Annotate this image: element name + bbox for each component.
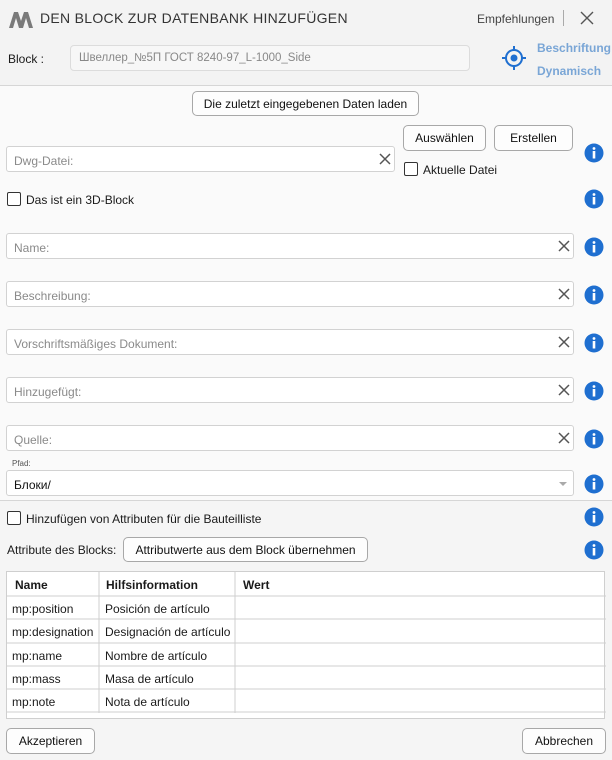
select-button[interactable]: Auswählen [403,125,486,151]
dwg-file-field[interactable]: Dwg-Datei: [6,146,395,172]
info-icon[interactable] [584,507,604,527]
clear-x-icon[interactable] [557,287,571,301]
add-attributes-label: Hinzufügen von Attributen für die Bautei… [26,512,262,526]
cell-name: mp:designation [12,625,94,639]
chevron-down-icon[interactable] [558,480,568,488]
column-header-value[interactable]: Wert [243,578,269,592]
app-logo-icon [9,12,33,28]
info-icon[interactable] [584,333,604,353]
column-header-name[interactable]: Name [15,578,48,592]
beschriftung-toggle[interactable]: Beschriftung [537,41,611,55]
3d-block-label: Das ist ein 3D-Block [26,193,135,207]
cell-info: Masa de artículo [105,672,194,686]
cell-name: mp:position [12,602,74,616]
description-placeholder: Beschreibung: [14,289,91,303]
clear-x-icon[interactable] [557,431,571,445]
dynamisch-toggle[interactable]: Dynamisch [537,64,601,78]
table-row[interactable]: mp:name Nombre de artículo [7,643,606,666]
table-row[interactable]: mp:position Posición de artículo [7,596,606,619]
clear-x-icon[interactable] [378,152,392,166]
source-placeholder: Quelle: [14,433,53,447]
source-field[interactable]: Quelle: [6,425,574,451]
table-row[interactable]: mp:designation Designación de artículo [7,619,606,643]
info-icon[interactable] [584,143,604,163]
cell-info: Designación de artículo [105,625,231,639]
attributes-table: Name Hilfsinformation Wert mp:position P… [6,571,606,719]
title-bar: DEN BLOCK ZUR DATENBANK HINZUFÜGEN Empfe… [0,0,612,36]
table-row[interactable]: mp:note Nota de artículo [7,689,606,712]
added-placeholder: Hinzugefügt: [14,385,82,399]
info-icon[interactable] [584,381,604,401]
recommendations-link[interactable]: Empfehlungen [477,12,554,26]
added-field[interactable]: Hinzugefügt: [6,377,574,403]
clear-x-icon[interactable] [557,383,571,397]
accept-button[interactable]: Akzeptieren [6,728,95,754]
info-icon[interactable] [584,237,604,257]
cell-info: Nombre de artículo [105,649,208,663]
table-row[interactable]: mp:mass Masa de artículo [7,666,606,689]
cell-name: mp:mass [12,672,61,686]
regulatory-document-placeholder: Vorschriftsmäßiges Dokument: [14,337,178,351]
block-label: Block : [8,52,45,66]
create-button[interactable]: Erstellen [494,125,573,151]
cell-name: mp:note [12,695,56,709]
clear-x-icon[interactable] [557,239,571,253]
cancel-button[interactable]: Abbrechen [522,728,606,754]
path-select[interactable]: Блоки/ [6,470,574,496]
path-value: Блоки/ [14,478,51,492]
add-attributes-checkbox[interactable] [7,511,21,525]
name-placeholder: Name: [14,241,50,255]
clear-x-icon[interactable] [557,335,571,349]
block-name-field: Швеллер_№5П ГОСТ 8240-97_L-1000_Side [70,45,470,71]
column-header-info[interactable]: Hilfsinformation [106,578,198,592]
take-attribute-values-button[interactable]: Attributwerte aus dem Block übernehmen [123,537,368,562]
info-icon[interactable] [584,540,604,560]
name-field[interactable]: Name: [6,233,574,259]
path-label: Pfad: [12,459,31,468]
dwg-file-placeholder: Dwg-Datei: [14,154,74,168]
cell-name: mp:name [12,649,63,663]
regulatory-document-field[interactable]: Vorschriftsmäßiges Dokument: [6,329,574,355]
current-file-checkbox[interactable] [404,162,418,176]
window-title: DEN BLOCK ZUR DATENBANK HINZUFÜGEN [40,10,348,26]
load-last-data-button[interactable]: Die zuletzt eingegebenen Daten laden [192,91,419,116]
info-icon[interactable] [584,285,604,305]
crosshair-target-icon[interactable] [502,46,526,70]
info-icon[interactable] [584,429,604,449]
3d-block-checkbox[interactable] [7,192,21,206]
current-file-label: Aktuelle Datei [423,163,498,177]
cell-info: Nota de artículo [105,695,190,709]
info-icon[interactable] [584,189,604,209]
close-icon[interactable] [578,9,596,27]
description-field[interactable]: Beschreibung: [6,281,574,307]
title-separator [563,10,564,26]
cell-info: Posición de artículo [105,602,210,616]
block-attributes-label: Attribute des Blocks: [7,543,117,557]
info-icon[interactable] [584,474,604,494]
